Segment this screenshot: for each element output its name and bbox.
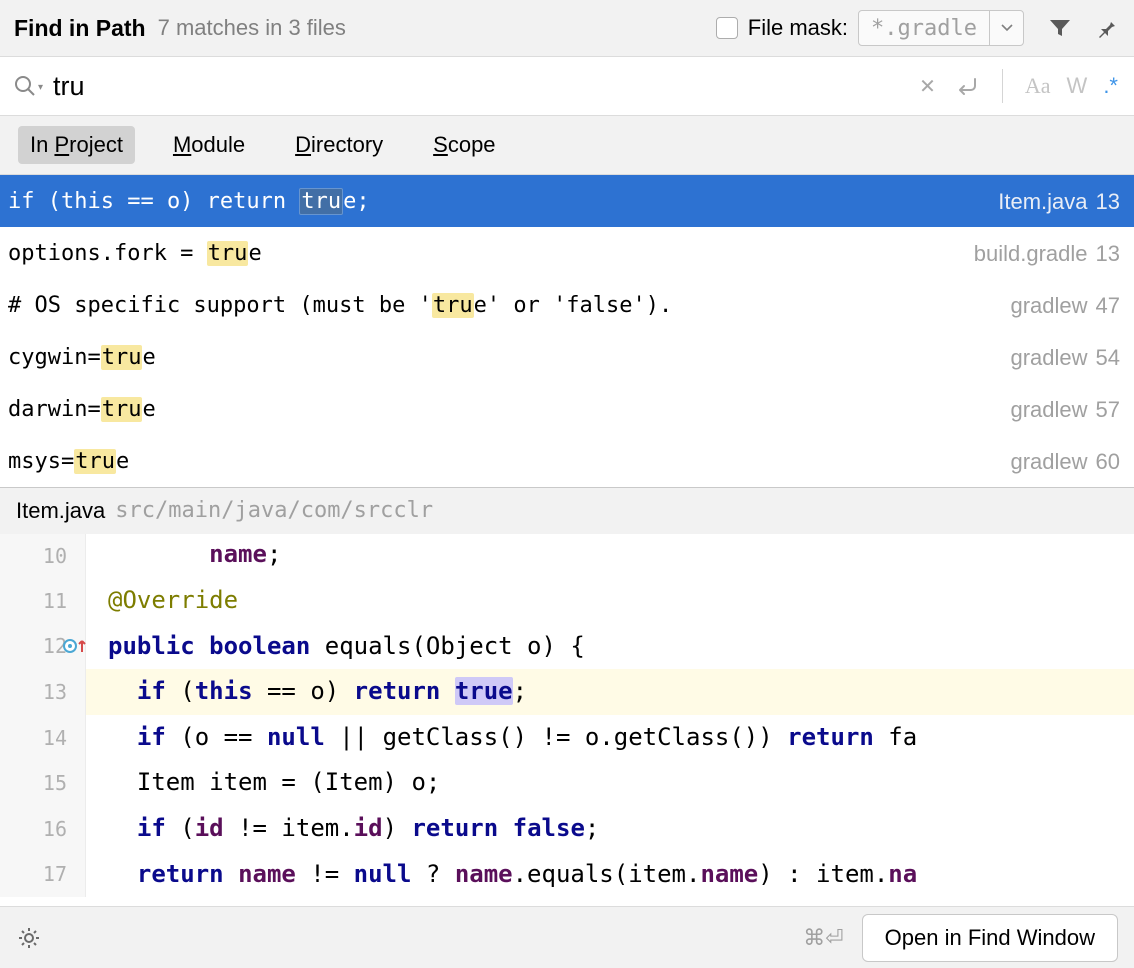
code-line-highlighted: 13 if (this == o) return true; — [0, 669, 1134, 715]
result-row[interactable]: options.fork = true build.gradle 13 — [0, 227, 1134, 279]
gutter: 15 — [0, 760, 86, 806]
dialog-header: Find in Path 7 matches in 3 files File m… — [0, 0, 1134, 56]
chevron-down-icon[interactable] — [989, 11, 1023, 45]
file-mask-label: File mask: — [748, 15, 848, 41]
open-in-find-window-button[interactable]: Open in Find Window — [862, 914, 1118, 962]
scope-tab[interactable]: Directory — [283, 126, 395, 164]
dialog-footer: ⌘⏎ Open in Find Window — [0, 906, 1134, 968]
gutter: 17 — [0, 852, 86, 898]
result-location: gradlew 54 — [1010, 341, 1120, 374]
code-line: 14 if (o == null || getClass() != o.getC… — [0, 715, 1134, 761]
divider — [1002, 69, 1003, 103]
result-row[interactable]: darwin=true gradlew 57 — [0, 383, 1134, 435]
result-row[interactable]: msys=true gradlew 60 — [0, 435, 1134, 487]
file-mask-group: File mask: *.gradle — [716, 10, 1024, 46]
scope-tab[interactable]: Scope — [421, 126, 507, 164]
newline-icon[interactable] — [954, 76, 980, 96]
result-location: gradlew 57 — [1010, 393, 1120, 426]
code-line: 12 public boolean equals(Object o) { — [0, 624, 1134, 670]
filter-icon[interactable] — [1048, 17, 1072, 39]
results-list: if (this == o) return true; Item.java 13 o… — [0, 174, 1134, 487]
regex-toggle[interactable]: .* — [1103, 73, 1118, 99]
settings-gear-icon[interactable] — [16, 925, 42, 951]
pin-icon[interactable] — [1094, 16, 1118, 40]
match-count: 7 matches in 3 files — [158, 15, 704, 41]
gutter: 10 — [0, 534, 86, 578]
result-location: build.gradle 13 — [974, 237, 1120, 270]
result-row[interactable]: cygwin=true gradlew 54 — [0, 331, 1134, 383]
gutter: 13 — [0, 669, 86, 715]
search-icon[interactable]: ▾ — [14, 75, 43, 97]
whole-words-toggle[interactable]: W — [1067, 73, 1088, 99]
override-gutter-icon[interactable] — [63, 639, 87, 653]
result-text: cygwin=true — [8, 341, 156, 374]
result-text: options.fork = true — [8, 237, 262, 270]
result-text: if (this == o) return true; — [8, 185, 370, 218]
result-text: msys=true — [8, 445, 129, 478]
scope-tab[interactable]: In Project — [18, 126, 135, 164]
result-text: darwin=true — [8, 393, 156, 426]
result-row[interactable]: # OS specific support (must be 'true' or… — [0, 279, 1134, 331]
search-input[interactable] — [43, 71, 919, 102]
scope-tab[interactable]: Module — [161, 126, 257, 164]
file-mask-checkbox[interactable] — [716, 17, 738, 39]
shortcut-hint: ⌘⏎ — [803, 925, 843, 951]
result-text: # OS specific support (must be 'true' or… — [8, 289, 672, 322]
result-location: gradlew 47 — [1010, 289, 1120, 322]
file-mask-select[interactable]: *.gradle — [858, 10, 1024, 46]
code-preview[interactable]: 10 String name; 11 @Override 12 public b… — [0, 534, 1134, 906]
gutter: 12 — [0, 624, 86, 670]
code-line: 11 @Override — [0, 578, 1134, 624]
result-location: Item.java 13 — [998, 185, 1120, 218]
preview-filename: Item.java — [16, 498, 105, 524]
clear-icon[interactable]: ✕ — [919, 74, 936, 99]
code-line: 15 Item item = (Item) o; — [0, 760, 1134, 806]
code-line: 17 return name != null ? name.equals(ite… — [0, 852, 1134, 898]
gutter: 14 — [0, 715, 86, 761]
preview-header: Item.java src/main/java/com/srcclr — [0, 487, 1134, 534]
scope-tabs: In Project Module Directory Scope — [0, 116, 1134, 174]
gutter: 16 — [0, 806, 86, 852]
search-row: ▾ ✕ Aa W .* — [0, 56, 1134, 116]
preview-path: src/main/java/com/srcclr — [115, 498, 433, 524]
file-mask-value: *.gradle — [859, 16, 989, 41]
result-location: gradlew 60 — [1010, 445, 1120, 478]
gutter: 11 — [0, 578, 86, 624]
match-case-toggle[interactable]: Aa — [1025, 73, 1051, 99]
dialog-title: Find in Path — [14, 15, 146, 42]
result-row[interactable]: if (this == o) return true; Item.java 13 — [0, 175, 1134, 227]
code-line: 10 String name; — [0, 534, 1134, 578]
code-line: 16 if (id != item.id) return false; — [0, 806, 1134, 852]
